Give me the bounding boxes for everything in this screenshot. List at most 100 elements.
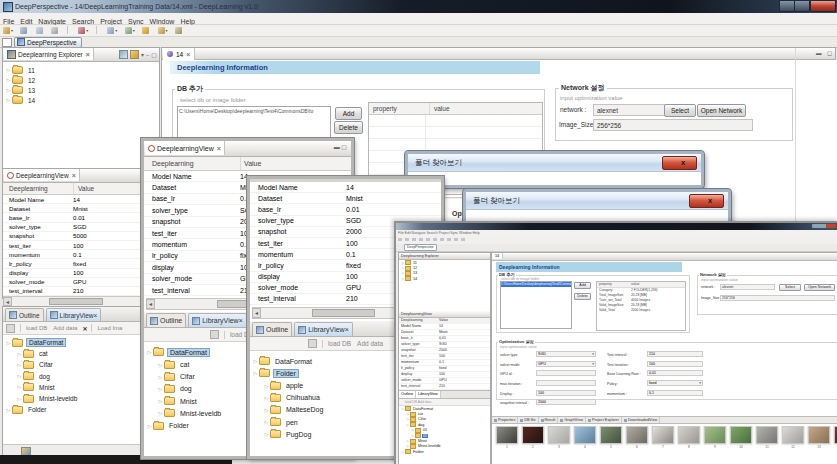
remove-icon[interactable]: ✕ bbox=[82, 325, 87, 332]
add-data-button[interactable]: Add data bbox=[357, 340, 383, 347]
mini-form-field[interactable] bbox=[536, 380, 596, 386]
tree-item-dog[interactable]: ▷dog bbox=[3, 371, 159, 382]
debug-icon[interactable] bbox=[125, 27, 132, 34]
tree-item-11[interactable]: ▷11 bbox=[3, 65, 159, 75]
editor-minmax-icons[interactable]: ▬ ▢ bbox=[816, 50, 834, 56]
table-row[interactable]: Valid_Total2000 Images bbox=[597, 308, 685, 313]
close-icon[interactable] bbox=[345, 326, 349, 333]
table-row[interactable]: Model Name14 bbox=[250, 182, 441, 193]
dropdown-caret[interactable]: ▾ bbox=[86, 28, 88, 33]
home-icon[interactable] bbox=[6, 324, 15, 333]
table-row[interactable]: display100 bbox=[3, 269, 159, 278]
close-button[interactable] bbox=[810, 0, 836, 12]
collapse-all-icon[interactable] bbox=[119, 50, 128, 59]
home-icon[interactable] bbox=[308, 339, 317, 348]
column-header[interactable]: Deeplearning bbox=[3, 183, 74, 194]
tab-outline[interactable]: Outline bbox=[252, 322, 292, 336]
mini-delete-button[interactable]: Delete bbox=[574, 293, 591, 300]
perspective-switcher-icon[interactable] bbox=[2, 38, 12, 47]
close-icon[interactable] bbox=[93, 312, 97, 319]
mini-form-field[interactable]: GPU bbox=[536, 361, 596, 367]
back-icon[interactable] bbox=[158, 27, 165, 34]
mini-tab-result[interactable]: Result bbox=[539, 417, 559, 423]
tree-item-Mnist-leveldb[interactable]: ▷Mnist-leveldb bbox=[3, 393, 159, 404]
tree-item-13[interactable]: ▷13 bbox=[3, 85, 159, 95]
load-db-button[interactable]: load DB bbox=[328, 340, 351, 347]
mini-select-button[interactable]: Select bbox=[779, 284, 801, 291]
mini-size-value[interactable]: 256*256 bbox=[720, 295, 835, 301]
table-row[interactable]: momentum0.1 bbox=[3, 250, 159, 259]
minmax-icons[interactable]: ▬ ▢ bbox=[334, 143, 347, 150]
image-size-field[interactable]: 256*256 bbox=[593, 119, 753, 131]
thumbnail-7[interactable]: 7 bbox=[650, 426, 676, 452]
scrollbar-thumb[interactable] bbox=[49, 298, 103, 305]
tree-item-12[interactable]: ▷12 bbox=[3, 75, 159, 85]
tree-item-DataFormat[interactable]: ▷DataFormat bbox=[3, 337, 159, 348]
column-header[interactable]: Deeplearning bbox=[144, 157, 241, 170]
thumbnail-6[interactable]: 6 bbox=[624, 426, 650, 452]
mini-form-field[interactable]: 0.1 bbox=[647, 390, 703, 396]
tree-item-14[interactable]: ▷14 bbox=[399, 276, 490, 281]
load-db-button[interactable]: load DB bbox=[26, 325, 47, 331]
close-icon[interactable] bbox=[217, 145, 221, 152]
print-icon[interactable] bbox=[51, 27, 58, 34]
tab-outline[interactable]: Outline bbox=[5, 308, 44, 321]
close-icon[interactable] bbox=[186, 51, 190, 58]
maximize-button[interactable] bbox=[794, 0, 810, 12]
mini-form-field[interactable]: SGD bbox=[536, 351, 596, 357]
view-menu-icon[interactable]: ▾ bbox=[141, 51, 144, 58]
mini-db-listbox[interactable]: C:\Users\Home\Desktop\deeplearning\Test4… bbox=[500, 281, 572, 329]
tab-libraryview[interactable]: LibraryView bbox=[46, 308, 102, 321]
tab-libraryview[interactable]: LibraryView bbox=[188, 313, 247, 327]
run-icon[interactable] bbox=[107, 27, 114, 34]
mini-form-field[interactable] bbox=[536, 370, 596, 376]
mini-form-field[interactable]: 100 bbox=[536, 390, 596, 396]
maximize-icon[interactable]: ▢ bbox=[151, 51, 157, 58]
mini-form-field[interactable]: fixed bbox=[647, 380, 703, 386]
close-icon[interactable] bbox=[86, 51, 90, 58]
thumbnail-10[interactable]: 10 bbox=[728, 426, 754, 452]
tree-item-Folder[interactable]: ▷Folder bbox=[3, 404, 159, 415]
thumbnail-9[interactable]: 9 bbox=[702, 426, 728, 452]
save-icon[interactable] bbox=[20, 27, 27, 34]
dialog-close-button[interactable] bbox=[689, 194, 724, 208]
tree-item-Folder[interactable]: ▷Folder bbox=[399, 449, 490, 454]
explorer-tab[interactable]: Deeplearning Explorer bbox=[4, 48, 94, 60]
column-header[interactable]: property bbox=[369, 103, 430, 114]
table-row[interactable]: DatasetMnist bbox=[3, 204, 159, 213]
dropdown-caret[interactable]: ▾ bbox=[11, 28, 13, 33]
mini-form-field[interactable]: 210 bbox=[647, 351, 703, 357]
mini-open-network-button[interactable]: Open Network bbox=[804, 284, 835, 291]
minimize-button[interactable] bbox=[779, 0, 795, 12]
table-row[interactable]: lr_policyfixed bbox=[3, 259, 159, 268]
network-value-field[interactable]: alexnet bbox=[593, 104, 665, 116]
table-row[interactable]: solver_typeSGD bbox=[3, 223, 159, 232]
select-button[interactable]: Select bbox=[664, 104, 696, 117]
mini-tab-properties[interactable]: Properties bbox=[492, 417, 518, 423]
add-button[interactable]: Add bbox=[335, 107, 362, 120]
table-row[interactable]: test_iter100 bbox=[3, 241, 159, 250]
editor-tab-14[interactable]: 14 bbox=[163, 48, 195, 60]
dropdown-caret[interactable]: ▾ bbox=[166, 28, 168, 33]
thumbnail-5[interactable]: 5 bbox=[598, 426, 624, 452]
thumbnail-14[interactable]: 14 bbox=[832, 426, 837, 452]
mini-tab-db-file[interactable]: DB file bbox=[518, 417, 538, 423]
tab-outline[interactable]: Outline bbox=[146, 313, 186, 327]
tree-item-cat[interactable]: ▷cat bbox=[3, 348, 159, 359]
mini-tab-project-explorer[interactable]: Project Explorer bbox=[586, 417, 622, 423]
deeplearningview-tab[interactable]: DeeplearningView bbox=[4, 169, 80, 181]
tree-item-Cifar[interactable]: ▷Cifar bbox=[3, 359, 159, 370]
mini-db-path-selected[interactable]: C:\Users\Home\Desktop\deeplearning\Test4… bbox=[501, 282, 571, 287]
dropdown-caret[interactable]: ▾ bbox=[133, 28, 135, 33]
table-row[interactable]: DatasetMnist bbox=[250, 193, 441, 204]
new-wizard-icon[interactable] bbox=[3, 27, 10, 34]
column-header[interactable]: Value bbox=[74, 183, 94, 194]
db-path-item[interactable]: C:\Users\Home\Desktop\deeplearning\Test4… bbox=[178, 107, 330, 115]
forward-icon[interactable] bbox=[175, 27, 182, 34]
delete-button[interactable]: Delete bbox=[334, 121, 363, 134]
column-header[interactable]: value bbox=[430, 103, 450, 114]
tree-item-14[interactable]: ▷14 bbox=[3, 95, 159, 105]
tree-item-Mnist[interactable]: ▷Mnist bbox=[3, 382, 159, 393]
mini-form-field[interactable]: 0.01 bbox=[647, 370, 703, 376]
brush-icon[interactable] bbox=[78, 27, 85, 34]
